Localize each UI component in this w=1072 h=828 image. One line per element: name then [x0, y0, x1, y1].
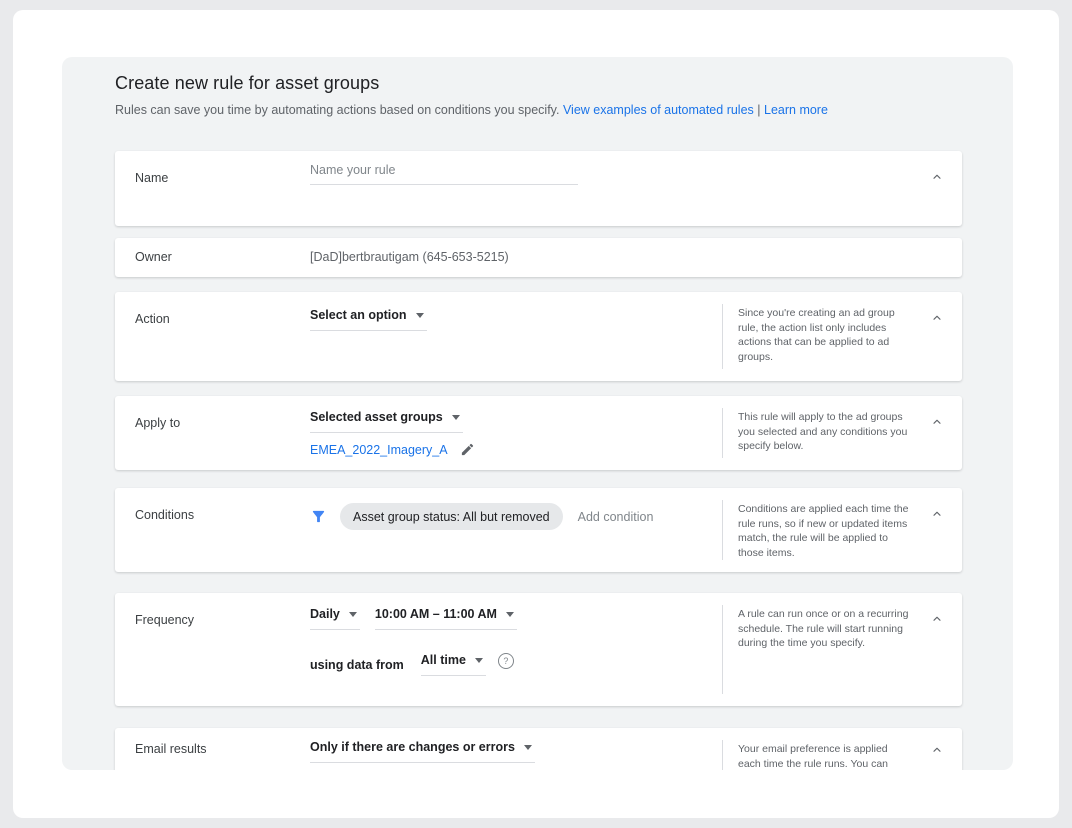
- chevron-up-icon: [931, 744, 943, 756]
- apply-to-section-collapse-button[interactable]: [927, 412, 947, 432]
- chevron-up-icon: [931, 416, 943, 428]
- frequency-section: Frequency Daily 10:00 AM – 11:00 AM usin…: [115, 593, 962, 706]
- caret-down-icon: [524, 745, 532, 750]
- pencil-icon: [460, 442, 475, 457]
- condition-chip[interactable]: Asset group status: All but removed: [340, 503, 563, 530]
- caret-down-icon: [506, 612, 514, 617]
- action-dropdown-value: Select an option: [310, 308, 407, 322]
- help-icon[interactable]: ?: [498, 653, 514, 669]
- conditions-help: Conditions are applied each time the rul…: [722, 500, 909, 560]
- frequency-schedule-row: Daily 10:00 AM – 11:00 AM: [310, 607, 517, 630]
- conditions-row: Asset group status: All but removed Add …: [310, 503, 653, 530]
- chevron-up-icon: [931, 613, 943, 625]
- email-results-dropdown-row: Only if there are changes or errors: [310, 740, 535, 763]
- edit-selection-button[interactable]: [460, 442, 475, 457]
- email-results-section-label: Email results: [135, 742, 207, 756]
- data-range-value: All time: [421, 653, 466, 667]
- name-section-collapse-button[interactable]: [927, 167, 947, 187]
- caret-down-icon: [452, 415, 460, 420]
- action-dropdown[interactable]: Select an option: [310, 308, 427, 331]
- conditions-section-collapse-button[interactable]: [927, 504, 947, 524]
- email-results-help-text: Your email preference is applied each ti…: [738, 742, 909, 770]
- action-section-collapse-button[interactable]: [927, 308, 947, 328]
- conditions-help-text: Conditions are applied each time the rul…: [738, 502, 909, 561]
- action-section: Action Select an option Since you're cre…: [115, 292, 962, 381]
- frequency-interval-value: Daily: [310, 607, 340, 621]
- action-help-text: Since you're creating an ad group rule, …: [738, 306, 909, 365]
- caret-down-icon: [349, 612, 357, 617]
- chevron-up-icon: [931, 171, 943, 183]
- apply-to-dropdown-row: Selected asset groups: [310, 410, 463, 433]
- selected-asset-row: EMEA_2022_Imagery_A: [310, 442, 475, 457]
- chevron-up-icon: [931, 508, 943, 520]
- apply-to-section: Apply to Selected asset groups EMEA_2022…: [115, 396, 962, 470]
- frequency-section-label: Frequency: [135, 613, 194, 627]
- owner-value: [DaD]bertbrautigam (645-653-5215): [310, 250, 509, 264]
- frequency-time-dropdown[interactable]: 10:00 AM – 11:00 AM: [375, 607, 517, 630]
- frequency-time-value: 10:00 AM – 11:00 AM: [375, 607, 497, 621]
- name-section-label: Name: [135, 171, 168, 185]
- create-rule-panel: Create new rule for asset groups Rules c…: [62, 57, 1013, 770]
- view-examples-link[interactable]: View examples of automated rules: [563, 103, 754, 117]
- frequency-help-text: A rule can run once or on a recurring sc…: [738, 607, 909, 651]
- email-results-help: Your email preference is applied each ti…: [722, 740, 909, 770]
- conditions-section: Conditions Asset group status: All but r…: [115, 488, 962, 572]
- chevron-up-icon: [931, 312, 943, 324]
- link-separator: |: [754, 103, 764, 117]
- email-results-dropdown-value: Only if there are changes or errors: [310, 740, 515, 754]
- page-subtitle: Rules can save you time by automating ac…: [115, 103, 828, 117]
- page-title: Create new rule for asset groups: [115, 73, 379, 94]
- action-help: Since you're creating an ad group rule, …: [722, 304, 909, 369]
- using-data-from-label: using data from: [310, 658, 404, 672]
- filter-icon: [310, 508, 327, 525]
- email-results-section-collapse-button[interactable]: [927, 740, 947, 760]
- apply-to-section-label: Apply to: [135, 416, 180, 430]
- frequency-help: A rule can run once or on a recurring sc…: [722, 605, 909, 694]
- add-condition-button[interactable]: Add condition: [578, 510, 654, 524]
- browser-page: Create new rule for asset groups Rules c…: [13, 10, 1059, 818]
- owner-section: Owner [DaD]bertbrautigam (645-653-5215): [115, 238, 962, 277]
- caret-down-icon: [416, 313, 424, 318]
- selected-asset-group-link[interactable]: EMEA_2022_Imagery_A: [310, 443, 448, 457]
- apply-to-dropdown[interactable]: Selected asset groups: [310, 410, 463, 433]
- learn-more-link[interactable]: Learn more: [764, 103, 828, 117]
- frequency-data-row: using data from All time ?: [310, 653, 514, 676]
- data-range-dropdown[interactable]: All time: [421, 653, 486, 676]
- rule-name-input[interactable]: [310, 159, 578, 185]
- action-section-label: Action: [135, 312, 170, 326]
- email-results-section: Email results Only if there are changes …: [115, 728, 962, 770]
- conditions-section-label: Conditions: [135, 508, 194, 522]
- subtitle-text: Rules can save you time by automating ac…: [115, 103, 563, 117]
- apply-to-dropdown-value: Selected asset groups: [310, 410, 443, 424]
- apply-to-help-text: This rule will apply to the ad groups yo…: [738, 410, 909, 454]
- email-results-dropdown[interactable]: Only if there are changes or errors: [310, 740, 535, 763]
- caret-down-icon: [475, 658, 483, 663]
- frequency-section-collapse-button[interactable]: [927, 609, 947, 629]
- frequency-interval-dropdown[interactable]: Daily: [310, 607, 360, 630]
- owner-section-label: Owner: [135, 250, 172, 264]
- name-section: Name: [115, 151, 962, 226]
- action-dropdown-row: Select an option: [310, 308, 427, 331]
- apply-to-help: This rule will apply to the ad groups yo…: [722, 408, 909, 458]
